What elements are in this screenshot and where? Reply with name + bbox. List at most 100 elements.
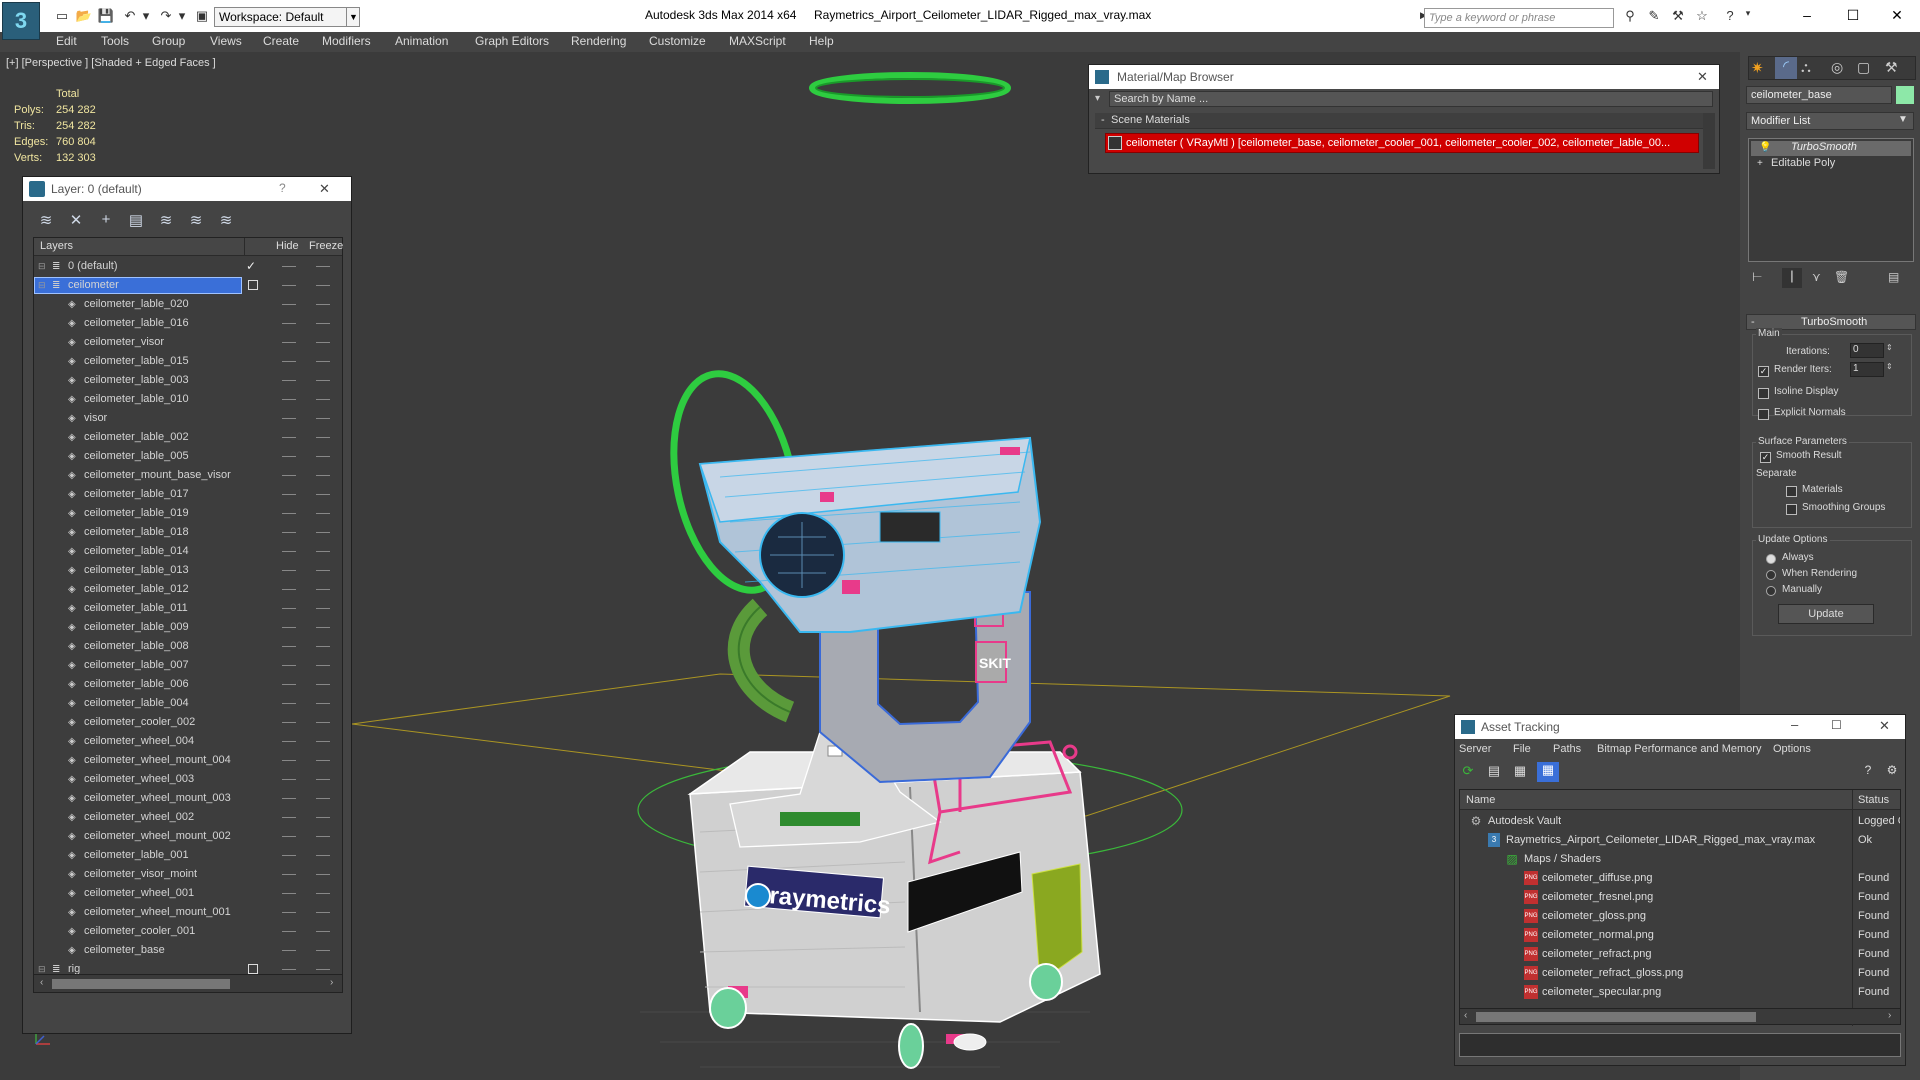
- asset-menu-bitmap-performance[interactable]: Bitmap Performance and Memory: [1597, 743, 1761, 755]
- maximize-window-icon[interactable]: ☐: [1830, 2, 1876, 28]
- menu-views[interactable]: Views: [210, 34, 242, 48]
- isoline-display-checkbox[interactable]: [1758, 388, 1769, 399]
- freeze-toggle[interactable]: [316, 266, 330, 267]
- layer-row[interactable]: ◈ ceilometer_lable_004: [34, 694, 342, 713]
- menu-animation[interactable]: Animation: [395, 34, 448, 48]
- tree-view-icon[interactable]: ▦: [1511, 763, 1529, 781]
- list-view-icon[interactable]: ▤: [1485, 763, 1503, 781]
- hide-toggle[interactable]: [282, 361, 296, 362]
- expand-plus-icon[interactable]: +: [1757, 158, 1763, 169]
- freeze-toggle[interactable]: [316, 798, 330, 799]
- asset-settings-icon[interactable]: ⚙: [1883, 763, 1901, 781]
- layer-row[interactable]: ◈ ceilometer_wheel_002: [34, 808, 342, 827]
- scene-materials-toggle[interactable]: -: [1101, 114, 1105, 126]
- layer-row[interactable]: ⊟ ≣ 0 (default) ✓: [34, 257, 342, 276]
- freeze-toggle[interactable]: [316, 627, 330, 628]
- freeze-toggle[interactable]: [316, 779, 330, 780]
- freeze-all-layers-icon[interactable]: ≋: [215, 211, 237, 231]
- layer-row[interactable]: ◈ ceilometer_lable_009: [34, 618, 342, 637]
- render-iters-checkbox[interactable]: ✓: [1758, 366, 1769, 377]
- asset-tracking-titlebar[interactable]: Asset Tracking – ☐ ✕: [1455, 715, 1905, 739]
- redo-dropdown-icon[interactable]: ▾: [172, 7, 192, 25]
- scroll-left-icon[interactable]: ‹: [40, 977, 43, 988]
- layer-row[interactable]: ◈ ceilometer_lable_006: [34, 675, 342, 694]
- freeze-toggle[interactable]: [316, 589, 330, 590]
- stack-item-editable-poly[interactable]: Editable Poly: [1751, 157, 1911, 172]
- layer-row[interactable]: ◈ ceilometer_cooler_001: [34, 922, 342, 941]
- hide-toggle[interactable]: [282, 380, 296, 381]
- hide-toggle[interactable]: [282, 760, 296, 761]
- menu-graph-editors[interactable]: Graph Editors: [475, 34, 549, 48]
- layer-row[interactable]: ⊟ ≣ ceilometer: [34, 276, 342, 295]
- select-layer-objects-icon[interactable]: ▤: [125, 211, 147, 231]
- hide-toggle[interactable]: [282, 950, 296, 951]
- layer-help-icon[interactable]: ?: [279, 181, 286, 195]
- col-freeze[interactable]: Freeze: [309, 240, 343, 252]
- freeze-toggle[interactable]: [316, 893, 330, 894]
- hide-toggle[interactable]: [282, 589, 296, 590]
- layer-row[interactable]: ◈ ceilometer_wheel_mount_001: [34, 903, 342, 922]
- object-color-swatch[interactable]: [1896, 86, 1914, 104]
- material-search-input[interactable]: Search by Name ...: [1109, 91, 1713, 107]
- freeze-toggle[interactable]: [316, 684, 330, 685]
- iterations-spinner-arrows-icon[interactable]: ⇕: [1886, 343, 1893, 352]
- hide-toggle[interactable]: [282, 646, 296, 647]
- hide-all-layers-icon[interactable]: ≋: [185, 211, 207, 231]
- hide-toggle[interactable]: [282, 665, 296, 666]
- open-file-icon[interactable]: 📂: [74, 7, 94, 25]
- layer-row[interactable]: ◈ ceilometer_lable_001: [34, 846, 342, 865]
- hide-toggle[interactable]: [282, 931, 296, 932]
- layer-row[interactable]: ◈ ceilometer_lable_013: [34, 561, 342, 580]
- asset-close-icon[interactable]: ✕: [1879, 718, 1890, 734]
- show-end-result-icon[interactable]: |: [1782, 268, 1802, 288]
- freeze-toggle[interactable]: [316, 950, 330, 951]
- layer-row[interactable]: ◈ ceilometer_lable_012: [34, 580, 342, 599]
- hierarchy-tab-icon[interactable]: ⛬: [1801, 59, 1811, 76]
- menu-maxscript[interactable]: MAXScript: [729, 34, 786, 48]
- binoculars-icon[interactable]: ⚲: [1620, 8, 1640, 26]
- asset-row[interactable]: ⚙ Autodesk Vault Logged C: [1460, 812, 1900, 831]
- make-unique-icon[interactable]: ⋎: [1812, 270, 1821, 284]
- freeze-toggle[interactable]: [316, 608, 330, 609]
- hide-toggle[interactable]: [282, 855, 296, 856]
- hide-toggle[interactable]: [282, 608, 296, 609]
- hide-toggle[interactable]: [282, 304, 296, 305]
- when-rendering-radio[interactable]: [1766, 570, 1776, 580]
- asset-scroll-thumb[interactable]: [1476, 1012, 1756, 1022]
- freeze-toggle[interactable]: [316, 532, 330, 533]
- hide-toggle[interactable]: [282, 836, 296, 837]
- hide-toggle[interactable]: [282, 323, 296, 324]
- freeze-toggle[interactable]: [316, 874, 330, 875]
- layer-row[interactable]: ◈ ceilometer_lable_010: [34, 390, 342, 409]
- asset-row[interactable]: PNG ceilometer_refract.png Found: [1460, 945, 1900, 964]
- layer-row[interactable]: ◈ ceilometer_lable_019: [34, 504, 342, 523]
- menu-tools[interactable]: Tools: [101, 34, 129, 48]
- freeze-toggle[interactable]: [316, 285, 330, 286]
- layer-row[interactable]: ◈ ceilometer_visor_moint: [34, 865, 342, 884]
- modifier-list-dropdown[interactable]: Modifier List: [1746, 112, 1914, 130]
- hide-toggle[interactable]: [282, 285, 296, 286]
- layer-explorer-title[interactable]: Layer: 0 (default): [23, 177, 351, 201]
- layer-expand-icon[interactable]: ⊟: [38, 257, 46, 276]
- layer-row[interactable]: ◈ ceilometer_lable_003: [34, 371, 342, 390]
- freeze-toggle[interactable]: [316, 912, 330, 913]
- current-layer-check-icon[interactable]: ✓: [246, 257, 256, 276]
- hide-toggle[interactable]: [282, 703, 296, 704]
- freeze-toggle[interactable]: [316, 361, 330, 362]
- hide-toggle[interactable]: [282, 551, 296, 552]
- lightbulb-icon[interactable]: 💡: [1759, 142, 1771, 153]
- layer-row[interactable]: ◈ ceilometer_lable_005: [34, 447, 342, 466]
- freeze-toggle[interactable]: [316, 817, 330, 818]
- material-close-icon[interactable]: ✕: [1697, 69, 1708, 85]
- hide-toggle[interactable]: [282, 893, 296, 894]
- freeze-toggle[interactable]: [316, 969, 330, 970]
- undo-dropdown-icon[interactable]: ▾: [136, 7, 156, 25]
- create-tab-icon[interactable]: ✷: [1751, 59, 1764, 77]
- update-button[interactable]: Update: [1778, 604, 1874, 624]
- hide-toggle[interactable]: [282, 456, 296, 457]
- layer-row[interactable]: ◈ ceilometer_wheel_mount_004: [34, 751, 342, 770]
- menu-modifiers[interactable]: Modifiers: [322, 34, 371, 48]
- delete-layer-icon[interactable]: ✕: [65, 211, 87, 231]
- search-options-icon[interactable]: ▾: [1095, 93, 1100, 104]
- rollout-toggle[interactable]: -: [1751, 316, 1755, 328]
